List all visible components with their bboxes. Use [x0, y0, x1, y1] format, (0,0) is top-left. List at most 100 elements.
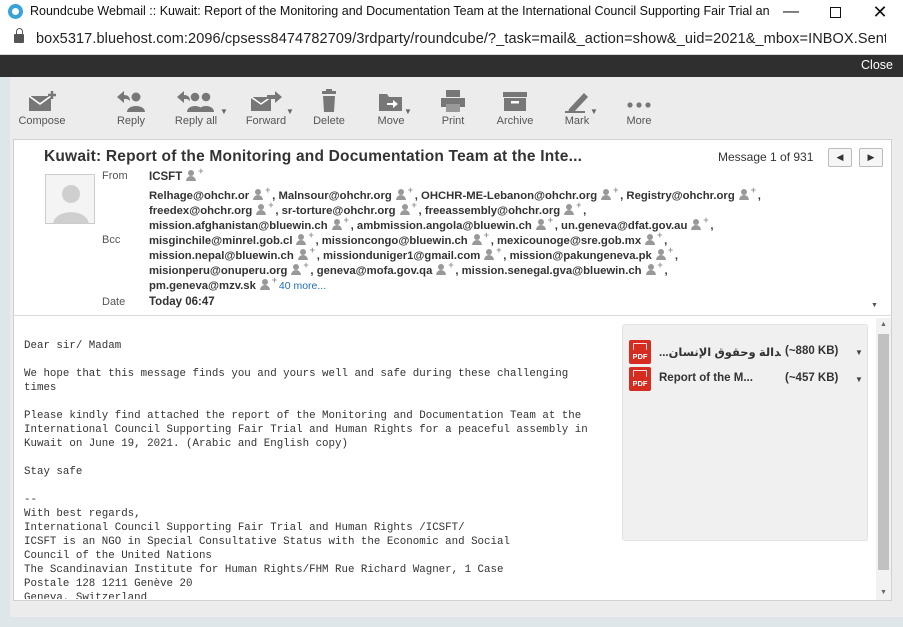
- browser-window: Roundcube Webmail :: Kuwait: Report of t…: [0, 0, 903, 627]
- chevron-down-icon[interactable]: ▼: [855, 375, 863, 384]
- add-contact-icon[interactable]: +: [645, 260, 663, 275]
- close-link[interactable]: Close: [861, 58, 893, 72]
- reply-button[interactable]: Reply: [106, 85, 156, 133]
- close-window-button[interactable]: ✕: [857, 0, 903, 24]
- scroll-down-icon[interactable]: ▼: [876, 586, 891, 600]
- lock-icon[interactable]: [14, 28, 24, 43]
- avatar: [45, 174, 95, 224]
- recipient-address[interactable]: ambmission.angola@bluewin.ch: [357, 220, 532, 232]
- message-header: Kuwait: Report of the Monitoring and Doc…: [13, 139, 892, 315]
- add-contact-icon[interactable]: +: [564, 200, 581, 215]
- window-title: Roundcube Webmail :: Kuwait: Report of t…: [30, 4, 770, 18]
- maximize-button[interactable]: [812, 0, 858, 24]
- move-button[interactable]: Move ▼: [368, 85, 414, 133]
- add-contact-icon[interactable]: +: [601, 185, 618, 200]
- date-value: Today 06:47: [149, 296, 215, 308]
- minimize-button[interactable]: —: [768, 0, 814, 24]
- add-contact-icon[interactable]: +: [395, 185, 413, 200]
- mark-button[interactable]: Mark ▼: [554, 85, 600, 133]
- add-contact-icon[interactable]: +: [691, 215, 709, 230]
- more-recipients-link[interactable]: 40 more...: [279, 280, 326, 292]
- recipient-address[interactable]: mexicounoge@sre.gob.mx: [497, 235, 641, 247]
- recipient-address[interactable]: misionperu@onuperu.org: [149, 265, 287, 277]
- add-contact-icon[interactable]: +: [645, 230, 662, 245]
- file-type-label: PDF: [632, 352, 648, 361]
- delete-button[interactable]: Delete: [306, 85, 352, 133]
- previous-message-button[interactable]: ◀: [828, 148, 852, 167]
- header-toggle-icon[interactable]: ▼: [871, 302, 878, 309]
- separator: ,: [664, 235, 668, 247]
- add-contact-icon[interactable]: +: [259, 275, 277, 290]
- forward-button[interactable]: Forward ▼: [238, 85, 294, 133]
- recipient-line: Relhage@ohchr.or +, Malnsour@ohchr.org +, …: [149, 185, 761, 202]
- printer-icon: [441, 90, 465, 112]
- print-button[interactable]: Print: [430, 85, 476, 133]
- reply-all-button[interactable]: Reply all ▼: [162, 85, 230, 133]
- chevron-left-icon: ◀: [836, 152, 844, 162]
- folder-move-icon: [379, 94, 402, 111]
- recipient-address[interactable]: freedex@ohchr.org: [149, 205, 252, 217]
- chevron-down-icon: ▼: [404, 107, 412, 116]
- add-contact-icon[interactable]: +: [296, 230, 314, 245]
- more-dots-icon: [627, 102, 651, 108]
- attachment-size: (~880 KB): [785, 345, 839, 357]
- scroll-up-icon[interactable]: ▲: [876, 318, 891, 332]
- recipient-address[interactable]: mission.nepal@bluewin.ch: [149, 250, 294, 262]
- recipient-address[interactable]: geneva@mofa.gov.qa: [317, 265, 433, 277]
- compose-button[interactable]: Compose: [10, 85, 74, 133]
- attachment-item[interactable]: PDF Report of the M... (~457 KB) ▼: [629, 367, 865, 391]
- add-contact-icon[interactable]: +: [253, 185, 270, 200]
- recipient-address[interactable]: mission@pakungeneva.pk: [510, 250, 652, 262]
- compose-icon: [28, 91, 56, 111]
- recipient-line: misginchile@minrel.gob.cl +, missioncongo…: [149, 230, 668, 247]
- recipient-address[interactable]: missioncongo@bluewin.ch: [322, 235, 468, 247]
- recipient-address[interactable]: un.geneva@dfat.gov.au: [561, 220, 687, 232]
- trash-icon: [322, 89, 336, 112]
- attachment-name[interactable]: ...لجنة العدالة وحقوق الإنسان: [659, 345, 781, 359]
- add-contact-icon[interactable]: +: [399, 200, 417, 215]
- recipient-line: mission.afghanistan@bluewin.ch +, ambmiss…: [149, 215, 714, 232]
- attachment-name[interactable]: Report of the M...: [659, 372, 781, 384]
- vertical-scrollbar[interactable]: ▲ ▼: [876, 318, 891, 600]
- forward-icon: [250, 91, 282, 111]
- next-message-button[interactable]: ▶: [859, 148, 883, 167]
- add-contact-icon[interactable]: +: [738, 185, 756, 200]
- recipient-address[interactable]: Malnsour@ohchr.org: [278, 190, 391, 202]
- recipient-address[interactable]: pm.geneva@mzv.sk: [149, 280, 256, 292]
- add-contact-icon[interactable]: +: [331, 215, 349, 230]
- url-text[interactable]: box5317.bluehost.com:2096/cpsess84747827…: [36, 31, 886, 47]
- recipient-address[interactable]: Registry@ohchr.org: [626, 190, 734, 202]
- recipient-address[interactable]: missionduniger1@gmail.com: [323, 250, 480, 262]
- recipient-address[interactable]: mission.senegal.gva@bluewin.ch: [462, 265, 642, 277]
- recipient-address[interactable]: sr-torture@ohchr.org: [282, 205, 396, 217]
- add-contact-icon[interactable]: +: [291, 260, 309, 275]
- sender-name[interactable]: ICSFT: [149, 171, 182, 183]
- attachment-item[interactable]: PDF ...لجنة العدالة وحقوق الإنسان (~880 KB…: [629, 340, 865, 364]
- scrollbar-thumb[interactable]: [878, 334, 889, 570]
- more-button[interactable]: More: [616, 85, 662, 133]
- add-contact-icon[interactable]: +: [436, 260, 454, 275]
- recipient-address[interactable]: misginchile@minrel.gob.cl: [149, 235, 292, 247]
- add-contact-icon[interactable]: +: [484, 245, 502, 260]
- add-contact-icon[interactable]: +: [655, 245, 673, 260]
- recipient-address[interactable]: freeassembly@ohchr.org: [425, 205, 560, 217]
- archive-button[interactable]: Archive: [492, 85, 538, 133]
- recipient-address[interactable]: mission.afghanistan@bluewin.ch: [149, 220, 328, 232]
- add-contact-icon[interactable]: +: [256, 200, 274, 215]
- popup-header-bar: Close: [0, 55, 903, 77]
- add-contact-icon[interactable]: +: [535, 215, 553, 230]
- add-contact-icon[interactable]: +: [471, 230, 489, 245]
- address-bar[interactable]: box5317.bluehost.com:2096/cpsess84747827…: [0, 24, 903, 55]
- person-placeholder-icon: [46, 175, 94, 223]
- file-type-label: PDF: [632, 379, 648, 388]
- add-contact-icon[interactable]: +: [297, 245, 315, 260]
- recipient-line: mission.nepal@bluewin.ch +, missiondunige…: [149, 245, 678, 262]
- recipient-address[interactable]: OHCHR-ME-Lebanon@ohchr.org: [421, 190, 597, 202]
- message-counter: Message 1 of 931: [718, 150, 814, 164]
- separator: ,: [674, 250, 678, 262]
- recipient-address[interactable]: Relhage@ohchr.or: [149, 190, 249, 202]
- from-value[interactable]: ICSFT +: [149, 166, 205, 183]
- chevron-down-icon: ▼: [220, 107, 228, 116]
- add-contact-icon[interactable]: +: [186, 166, 204, 181]
- chevron-down-icon[interactable]: ▼: [855, 348, 863, 357]
